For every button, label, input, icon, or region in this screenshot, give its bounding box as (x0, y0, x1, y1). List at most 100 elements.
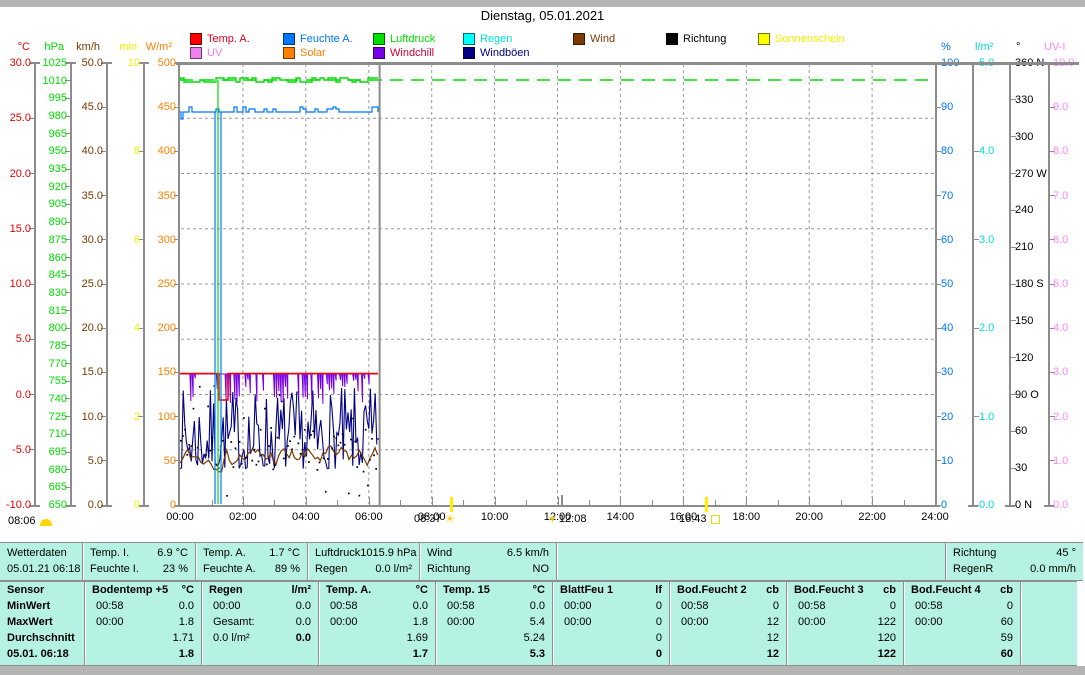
axis-tick-label: 8.0 (1053, 145, 1085, 157)
legend-item-sonnenschein[interactable]: Sonnenschein (758, 33, 845, 45)
axis-tick-label: 5.0 (63, 455, 103, 467)
legend-item-temp-a-[interactable]: Temp. A. (190, 33, 250, 45)
sunrise-note: 08:37☀ (414, 513, 455, 526)
sensor-row: 0 (553, 646, 669, 662)
legend-item-solar[interactable]: Solar (283, 47, 326, 59)
x-axis-label: 02:00 (221, 511, 265, 523)
sensor-row: 1.71 (85, 630, 201, 646)
axis-tick-label: 100 (136, 411, 176, 423)
hour-tick (683, 497, 684, 505)
sensor-value: 0 (773, 598, 779, 614)
hour-tick (369, 497, 370, 505)
status-value: 6.5 km/h (507, 545, 549, 561)
hour-tick (274, 500, 275, 505)
solar-noon-time: 12:08 (559, 513, 587, 526)
sensor-name: BlattFeu 1 (560, 582, 613, 598)
sensor-row: 122 (787, 646, 903, 662)
sensor-time (443, 646, 447, 662)
legend-item-windchill[interactable]: Windchill (373, 47, 434, 59)
sun-icon: ☀ (445, 513, 456, 526)
sensor-value: 0 (656, 598, 662, 614)
legend-label: Windchill (390, 47, 434, 59)
legend-item-windb-en[interactable]: Windböen (463, 47, 530, 59)
axis-tick-label: 10 (941, 455, 985, 467)
hour-tick (558, 497, 559, 505)
axis-tick-label: 830 (27, 287, 67, 299)
legend-item-uv[interactable]: UV (190, 47, 222, 59)
axis-unit-label: l/m² (975, 41, 1015, 53)
hour-tick (432, 497, 433, 505)
axis-tick-label: 6 (100, 234, 140, 246)
sensor-column: Temp. 15°C00:580.000:005.45.245.3 (435, 582, 552, 665)
solar-noon-tick (561, 495, 563, 506)
axis-tick-label: 50.0 (63, 57, 103, 69)
sensor-row: 1.69 (319, 630, 435, 646)
legend-label: Temp. A. (207, 33, 250, 45)
status-label: Richtung (953, 545, 996, 561)
status-line: Luftdruck1015.9 hPa (308, 545, 419, 561)
sensor-value: 122 (878, 646, 896, 662)
morning-sun-note: 08:06 (8, 515, 52, 528)
axis-unit-label: W/m² (132, 41, 172, 53)
status-label: Feuchte I. (90, 561, 139, 577)
sensor-time: 00:58 (92, 598, 124, 614)
sensor-name: Bodentemp +5 (92, 582, 168, 598)
sensor-value: 12 (767, 614, 779, 630)
sunset-tick-icon (705, 497, 708, 512)
axis-line (972, 63, 974, 505)
legend-item-richtung[interactable]: Richtung (666, 33, 726, 45)
sensor-time (560, 630, 564, 646)
legend-item-regen[interactable]: Regen (463, 33, 512, 45)
sensor-row: 5.24 (436, 630, 552, 646)
axis-tick-label: 3.0 (1053, 366, 1085, 378)
sensor-row: 00:001.8 (319, 614, 435, 630)
sensor-value: 0.0 (530, 598, 545, 614)
sensor-column-header: Temp. 15°C (436, 582, 552, 598)
sensor-row-label: MaxWert (0, 614, 84, 630)
x-axis-label: 20:00 (787, 511, 831, 523)
legend-swatch-icon (463, 33, 475, 45)
sensor-column: Bodentemp +5°C00:580.000:001.81.711.8 (84, 582, 201, 665)
status-line: Temp. A.1.7 °C (196, 545, 307, 561)
sensor-column: Bod.Feucht 2cb00:58000:00121212 (669, 582, 786, 665)
axis-tick-label: 7.0 (1053, 190, 1085, 202)
x-axis-label: 24:00 (913, 511, 957, 523)
sunrise-tick-icon (450, 497, 453, 512)
legend-item-feuchte-a-[interactable]: Feuchte A. (283, 33, 353, 45)
legend-swatch-icon (190, 47, 202, 59)
sensor-row-label: Sensor (0, 582, 84, 598)
sensor-value: 5.24 (524, 630, 545, 646)
axis-tick-label: 6.0 (1053, 234, 1085, 246)
legend-item-luftdruck[interactable]: Luftdruck (373, 33, 435, 45)
legend-swatch-icon (666, 33, 678, 45)
hour-tick (495, 497, 496, 505)
sensor-unit: °C (533, 582, 545, 598)
axis-tick-label: 400 (136, 145, 176, 157)
sensor-column: Regenl/m²00:000.0Gesamt:0.00.0 l/m²0.0 (201, 582, 318, 665)
status-label: Temp. I. (90, 545, 129, 561)
sensor-value: 0 (890, 598, 896, 614)
x-axis-label: 10:00 (473, 511, 517, 523)
legend-swatch-icon (190, 33, 202, 45)
sensor-row: 00:0012 (670, 614, 786, 630)
axis-tick-label: 40.0 (63, 145, 103, 157)
axis-tick-label: 1.0 (1053, 455, 1085, 467)
status-cell: Temp. A.1.7 °CFeuchte A.89 % (195, 543, 307, 580)
axis-tick-label: 725 (27, 411, 67, 423)
axis-tick-label: 500 (136, 57, 176, 69)
status-cell (556, 543, 945, 580)
sensor-row: 00:001.8 (85, 614, 201, 630)
legend-item-wind[interactable]: Wind (573, 33, 615, 45)
status-line: Wetterdaten (0, 545, 82, 561)
axis-tick-label: 875 (27, 234, 67, 246)
axis-tick-label: 0 (136, 499, 176, 511)
sensor-row: 00:580 (787, 598, 903, 614)
hour-tick (746, 497, 747, 505)
sensor-column: BlattFeu 1lf00:00000:00000 (552, 582, 669, 665)
sensor-unit: cb (883, 582, 896, 598)
sensor-value: 0.0 (296, 598, 311, 614)
hour-tick (715, 500, 716, 505)
hour-tick (620, 497, 621, 505)
axis-tick-label: 740 (27, 393, 67, 405)
axis-tick-label: 150 (136, 366, 176, 378)
